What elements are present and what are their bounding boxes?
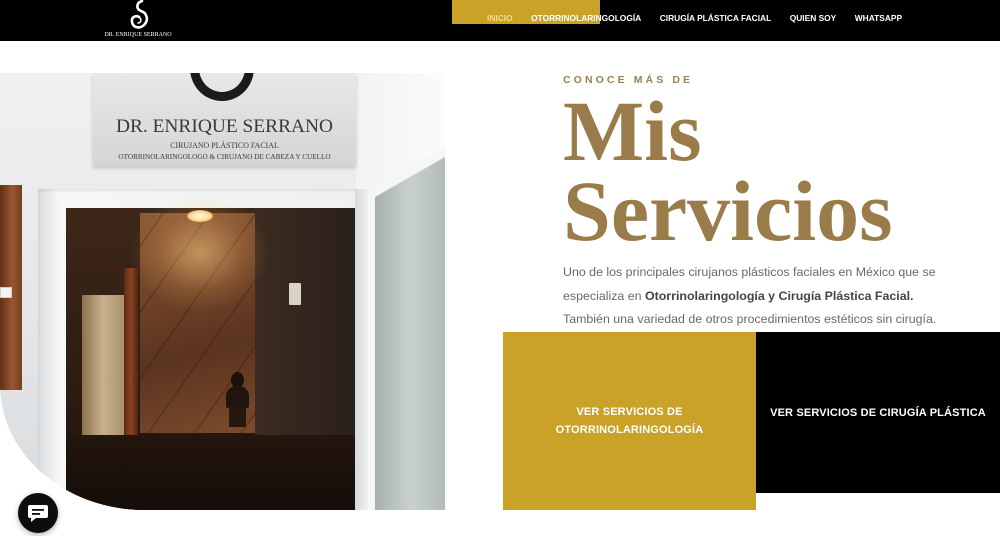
clinic-entrance-photo: DR. ENRIQUE SERRANO CIRUJANO PLÁSTICO FA… xyxy=(0,73,445,510)
heading-line-1: Mis xyxy=(563,83,702,179)
photo-bust-body xyxy=(226,386,249,408)
top-navigation-bar: DR. ENRIQUE SERRANO INICIO OTORRINOLARIN… xyxy=(0,0,1000,41)
sign-specialties: OTORRINOLARINGOLOGO & CIRUJANO DE CABEZA… xyxy=(118,152,331,161)
photo-ceiling-light xyxy=(187,210,213,222)
button-label: VER SERVICIOS DE OTORRINOLARINGOLOGÍA xyxy=(555,406,704,436)
nav-item-quien-soy[interactable]: QUIEN SOY xyxy=(790,13,837,23)
main-menu: INICIO OTORRINOLARINGOLOGÍA CIRUGÍA PLÁS… xyxy=(487,13,902,23)
nav-item-otorrinolaringologia[interactable]: OTORRINOLARINGOLOGÍA xyxy=(531,13,641,23)
photo-glass-door xyxy=(375,157,445,510)
intro-text-bold: Otorrinolaringología y Cirugía Plástica … xyxy=(644,288,914,303)
sign-doctor-name: DR. ENRIQUE SERRANO xyxy=(115,116,334,137)
sign-title: CIRUJANO PLÁSTICO FACIAL xyxy=(170,140,279,150)
cirugia-plastica-services-button[interactable]: VER SERVICIOS DE CIRUGÍA PLÁSTICA xyxy=(756,332,1000,493)
sign-logo-icon xyxy=(190,73,254,101)
clinic-sign: DR. ENRIQUE SERRANO CIRUJANO PLÁSTICO FA… xyxy=(93,73,356,166)
nav-item-whatsapp[interactable]: WHATSAPP xyxy=(855,13,902,23)
photo-bust-pedestal xyxy=(229,407,246,427)
photo-light-switch xyxy=(289,283,301,305)
intro-text-end: También una variedad de otros procedimie… xyxy=(563,312,937,326)
photo-wall-box xyxy=(0,287,12,298)
section-heading: Mis Servicios xyxy=(563,83,893,259)
chat-bubble-icon xyxy=(28,505,48,522)
nav-item-inicio[interactable]: INICIO xyxy=(487,13,513,23)
button-label: VER SERVICIOS DE CIRUGÍA PLÁSTICA xyxy=(770,406,986,419)
photo-floor xyxy=(66,435,357,510)
otorrinolaringologia-services-button[interactable]: VER SERVICIOS DE OTORRINOLARINGOLOGÍA xyxy=(503,332,756,510)
services-intro-text: Uno de los principales cirujanos plástic… xyxy=(563,261,955,332)
chat-widget-button[interactable] xyxy=(18,493,58,533)
heading-line-2: Servicios xyxy=(563,163,893,259)
monogram-logo-icon xyxy=(130,0,149,29)
nav-item-cirugia-plastica-facial[interactable]: CIRUGÍA PLÁSTICA FACIAL xyxy=(660,13,772,23)
logo-wordmark: DR. ENRIQUE SERRANO xyxy=(104,32,172,38)
site-logo[interactable]: DR. ENRIQUE SERRANO xyxy=(100,0,176,41)
